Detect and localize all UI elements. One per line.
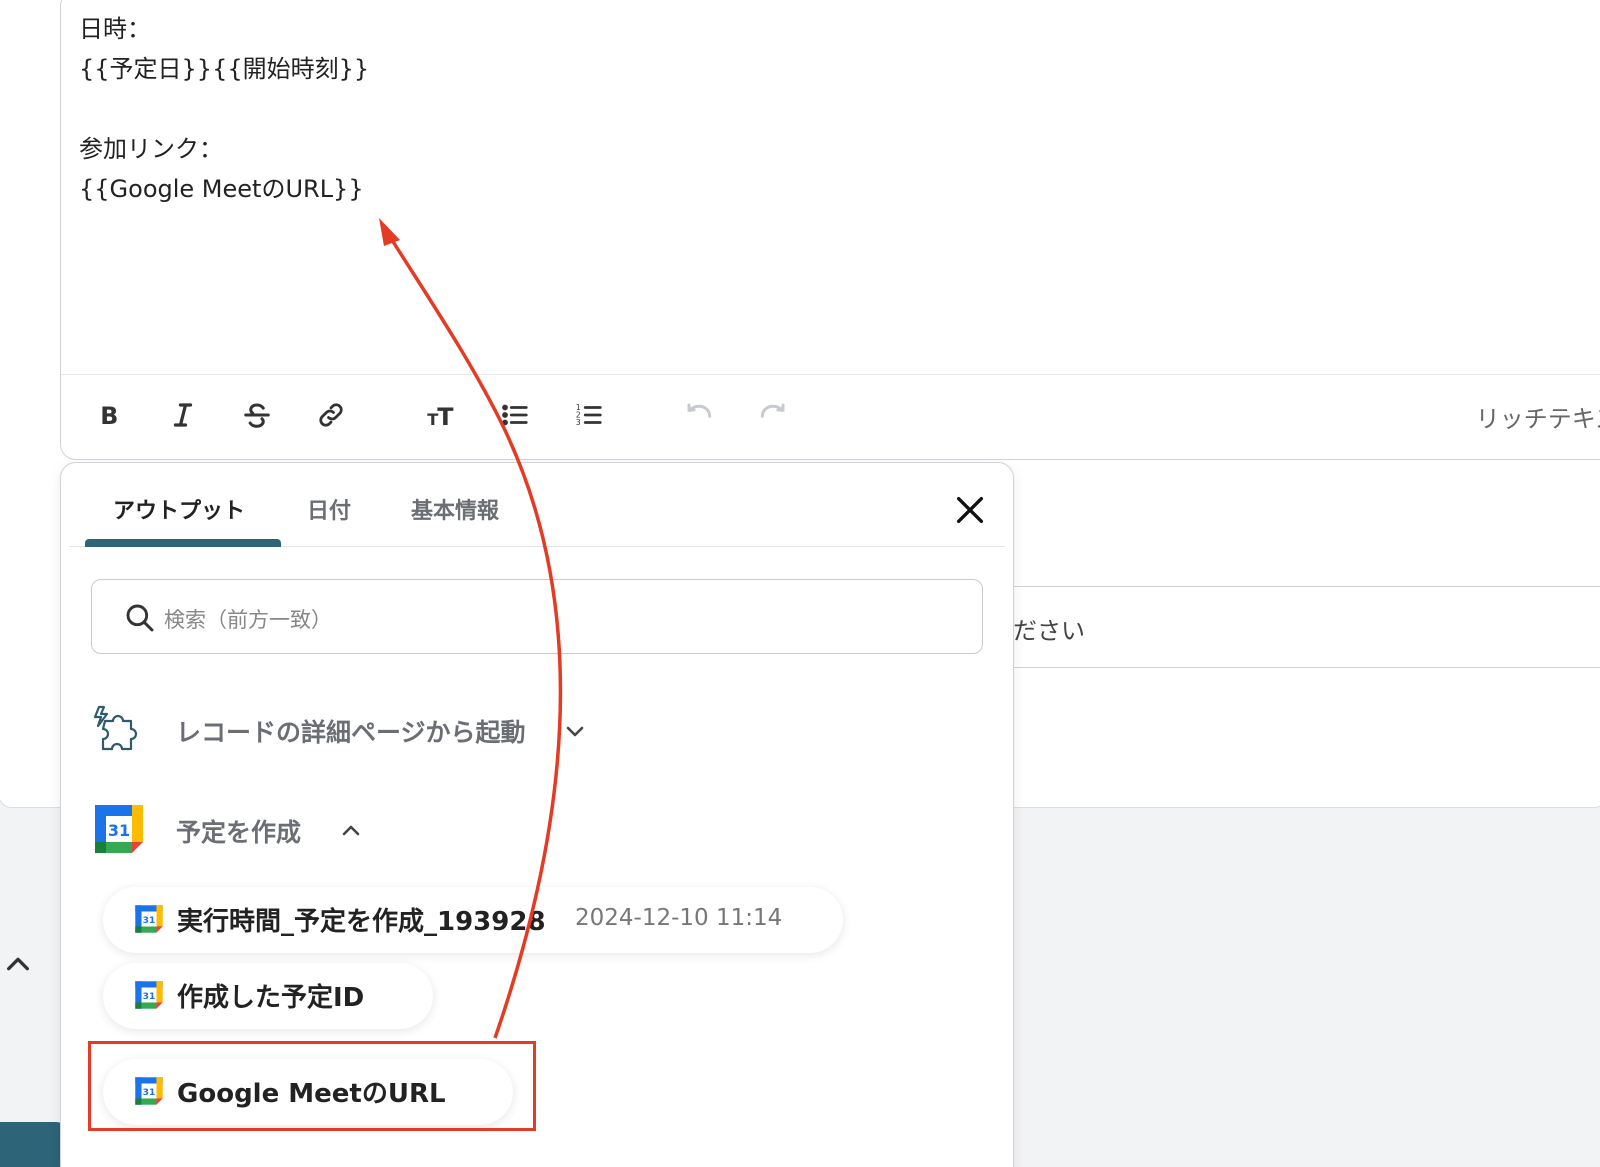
editor-line: 参加リンク： <box>79 135 223 163</box>
tab-basic-info[interactable]: 基本情報 <box>411 493 499 525</box>
output-item-event-id[interactable]: 31 作成した予定ID <box>103 963 433 1029</box>
active-tab-indicator <box>85 539 281 547</box>
svg-text:31: 31 <box>143 992 156 1002</box>
link-icon[interactable] <box>311 395 351 435</box>
chevron-down-icon[interactable] <box>563 719 587 743</box>
strikethrough-icon[interactable] <box>237 395 277 435</box>
group-label: 予定を作成 <box>176 818 302 847</box>
editor-line: 日時： <box>79 15 151 43</box>
search-placeholder: 検索（前方一致） <box>164 608 332 632</box>
group-create-event[interactable]: 31 予定を作成 <box>91 801 411 861</box>
puzzle-icon <box>91 701 147 757</box>
output-item-label: 作成した予定ID <box>177 983 365 1013</box>
editor-line: {{Google MeetのURL}} <box>79 175 364 203</box>
svg-text:31: 31 <box>108 821 130 840</box>
rich-text-mode-label[interactable]: リッチテキス <box>1476 399 1600 434</box>
search-input[interactable]: 検索（前方一致） <box>91 579 983 654</box>
chevron-up-icon[interactable] <box>4 950 32 978</box>
italic-icon[interactable] <box>163 395 203 435</box>
output-item-label: 実行時間_予定を作成_193928 <box>177 907 546 937</box>
output-item-meet-url[interactable]: 31 Google MeetのURL <box>103 1059 513 1125</box>
output-item-execution-time[interactable]: 31 実行時間_予定を作成_193928 2024-12-10 11:14 <box>103 887 843 953</box>
output-item-value: 2024-12-10 11:14 <box>575 905 783 931</box>
text-size-icon[interactable]: TT <box>421 395 461 435</box>
page: 日時： {{予定日}}{{開始時刻}} 参加リンク： {{Google Meet… <box>0 0 1600 1167</box>
redo-icon[interactable] <box>753 395 793 435</box>
google-calendar-icon: 31 <box>133 903 165 935</box>
output-item-label: Google MeetのURL <box>177 1079 446 1109</box>
tab-output[interactable]: アウトプット <box>113 493 245 525</box>
chevron-up-icon[interactable] <box>339 819 363 843</box>
svg-text:31: 31 <box>143 1088 156 1098</box>
background-text-field-value: ださい <box>1013 617 1085 645</box>
background-text-field[interactable]: ださい <box>990 586 1600 668</box>
tab-bar: アウトプット 日付 基本情報 <box>69 463 1005 547</box>
group-label: レコードの詳細ページから起動 <box>176 718 526 747</box>
numbered-list-icon[interactable]: 123 <box>569 395 609 435</box>
editor-line: {{予定日}}{{開始時刻}} <box>79 55 370 83</box>
editor-body[interactable]: 日時： {{予定日}}{{開始時刻}} 参加リンク： {{Google Meet… <box>79 9 369 209</box>
search-icon <box>124 602 156 634</box>
undo-icon[interactable] <box>679 395 719 435</box>
svg-text:31: 31 <box>143 916 156 926</box>
google-calendar-icon: 31 <box>133 1075 165 1107</box>
variable-picker-popup: アウトプット 日付 基本情報 検索（前方一致） レコードの詳細ページから起動 3… <box>60 462 1014 1167</box>
google-calendar-icon: 31 <box>133 979 165 1011</box>
svg-text:B: B <box>100 402 118 430</box>
svg-text:T: T <box>437 403 454 430</box>
bold-icon[interactable]: B <box>89 395 129 435</box>
rich-text-editor[interactable]: 日時： {{予定日}}{{開始時刻}} 参加リンク： {{Google Meet… <box>60 0 1600 460</box>
close-icon[interactable] <box>953 493 987 527</box>
bulleted-list-icon[interactable] <box>495 395 535 435</box>
group-record-detail[interactable]: レコードの詳細ページから起動 <box>91 701 651 761</box>
editor-toolbar: B TT 123 リッチテキ <box>61 374 1600 460</box>
svg-text:3: 3 <box>576 418 581 427</box>
google-calendar-icon: 31 <box>91 801 147 857</box>
tab-date[interactable]: 日付 <box>307 493 351 525</box>
